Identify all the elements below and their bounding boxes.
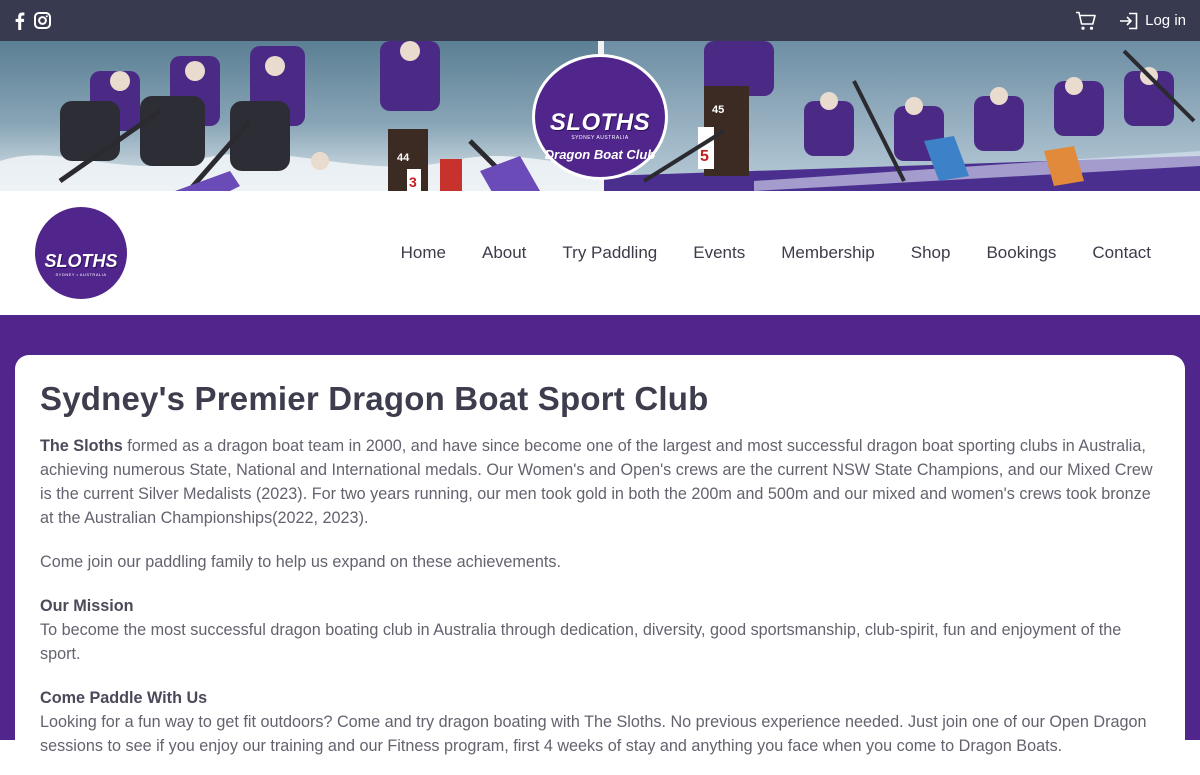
- login-link[interactable]: Log in: [1119, 12, 1186, 30]
- nav-item-contact[interactable]: Contact: [1074, 243, 1165, 263]
- nav-item-shop[interactable]: Shop: [893, 243, 969, 263]
- page-title: Sydney's Premier Dragon Boat Sport Club: [40, 380, 709, 417]
- club-name: The Sloths: [40, 437, 123, 455]
- mission-text: To become the most successful dragon boa…: [40, 621, 1122, 663]
- instagram-icon[interactable]: [34, 12, 51, 29]
- nav-item-membership[interactable]: Membership: [763, 243, 893, 263]
- nav-item-home[interactable]: Home: [383, 243, 464, 263]
- login-label: Log in: [1145, 12, 1186, 29]
- nav-item-events[interactable]: Events: [675, 243, 763, 263]
- intro-paragraph: The Sloths formed as a dragon boat team …: [40, 434, 1160, 530]
- paddle-text: Looking for a fun way to get fit outdoor…: [40, 713, 1147, 755]
- hero-banner: 44 3 45 5 SLOTHS SYDNEY AUSTRALIA Dragon…: [0, 41, 1200, 191]
- banner-logo-subtitle: Dragon Boat Club: [544, 146, 656, 162]
- nav-logo-sub: SYDNEY • AUSTRALIA: [55, 272, 107, 277]
- mission-section: Our Mission To become the most successfu…: [40, 594, 1160, 666]
- nav-menu: Home About Try Paddling Events Membershi…: [383, 243, 1165, 263]
- nav-logo-name: SLOTHS: [44, 251, 118, 271]
- nav-item-try-paddling[interactable]: Try Paddling: [544, 243, 675, 263]
- boat-number-45: 45: [712, 104, 724, 116]
- boat-number-3: 3: [409, 174, 417, 190]
- intro-text: formed as a dragon boat team in 2000, an…: [40, 437, 1153, 527]
- account-links: Log in: [1075, 11, 1186, 31]
- social-links: [14, 12, 51, 30]
- nav-item-bookings[interactable]: Bookings: [968, 243, 1074, 263]
- content-card: Sydney's Premier Dragon Boat Sport Club …: [15, 355, 1185, 775]
- top-bar: Log in: [0, 0, 1200, 41]
- join-paragraph: Come join our paddling family to help us…: [40, 553, 562, 571]
- main-nav: SLOTHS SYDNEY • AUSTRALIA Home About Try…: [0, 191, 1200, 315]
- boat-number-5: 5: [700, 148, 709, 165]
- banner-club-logo: SLOTHS SYDNEY AUSTRALIA Dragon Boat Club: [532, 54, 668, 180]
- nav-item-about[interactable]: About: [464, 243, 544, 263]
- paddle-section: Come Paddle With Us Looking for a fun wa…: [40, 686, 1160, 758]
- banner-photo-right: 45 5: [604, 41, 1200, 191]
- banner-photo-left: 44 3: [0, 41, 598, 191]
- paddle-heading: Come Paddle With Us: [40, 689, 208, 707]
- site-logo[interactable]: SLOTHS SYDNEY • AUSTRALIA: [35, 207, 127, 299]
- facebook-icon[interactable]: [14, 12, 25, 30]
- boat-number-44: 44: [397, 152, 410, 164]
- login-icon: [1119, 12, 1139, 30]
- banner-logo-name: SLOTHS: [549, 108, 651, 136]
- banner-logo-sub: SYDNEY AUSTRALIA: [571, 134, 629, 141]
- cart-icon[interactable]: [1075, 11, 1097, 31]
- mission-heading: Our Mission: [40, 597, 134, 615]
